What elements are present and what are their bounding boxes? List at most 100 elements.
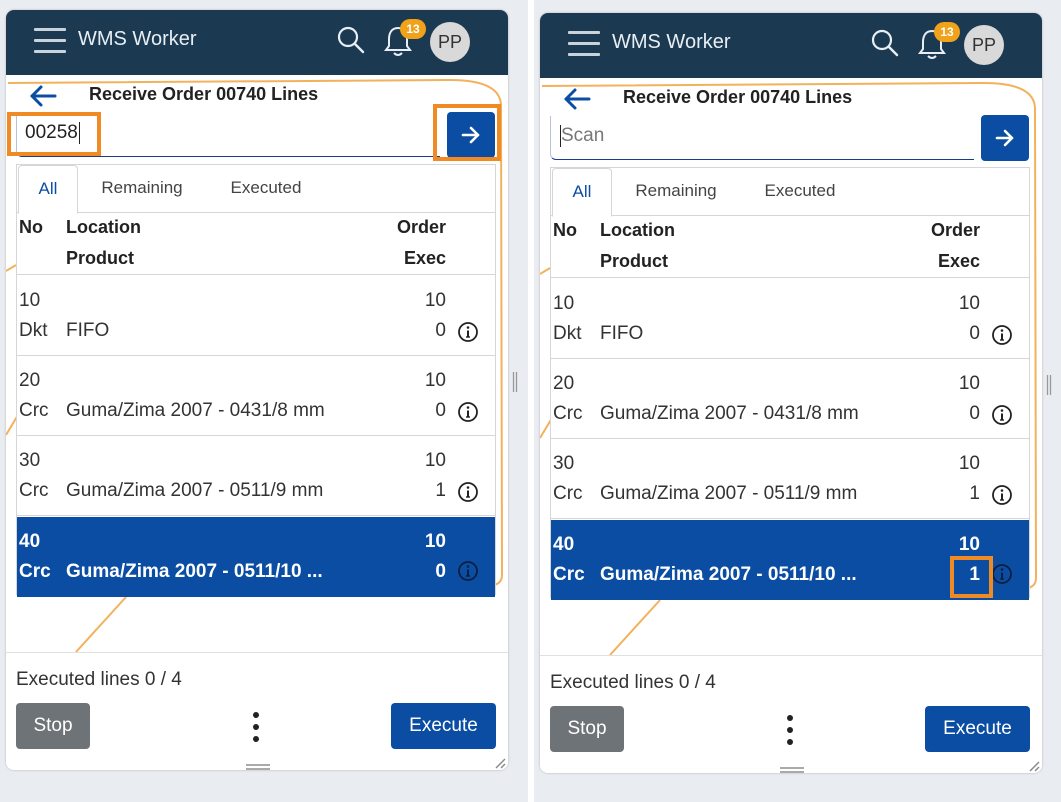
- row-order-qty: 10: [958, 293, 980, 314]
- column-header-location: Location: [66, 217, 141, 237]
- row-no: 20: [553, 373, 575, 394]
- table-header: No Location Product Order Exec: [551, 216, 1029, 278]
- executed-lines-status: Executed lines 0 / 4: [16, 669, 182, 690]
- column-header-order: Order: [930, 220, 980, 240]
- table-row[interactable]: 10 Dkt FIFO 10 0: [551, 279, 1029, 359]
- submit-scan-button[interactable]: [447, 112, 495, 158]
- notification-badge: 13: [400, 19, 426, 39]
- table-row[interactable]: 30 Crc Guma/Zima 2007 - 0511/9 mm 10 1: [17, 436, 495, 516]
- row-exec-qty: 1: [435, 480, 446, 501]
- row-product: Guma/Zima 2007 - 0511/10 ...: [66, 561, 323, 582]
- row-exec-qty: 0: [969, 403, 980, 424]
- corner-resize-grip[interactable]: [494, 757, 506, 769]
- info-icon[interactable]: [991, 563, 1013, 585]
- avatar[interactable]: PP: [964, 25, 1004, 65]
- table-row-selected[interactable]: 40 Crc Guma/Zima 2007 - 0511/10 ... 10 0: [17, 517, 495, 597]
- info-icon[interactable]: [991, 404, 1013, 426]
- stop-button[interactable]: Stop: [550, 706, 624, 752]
- row-exec-qty: 0: [435, 400, 446, 421]
- back-arrow-icon[interactable]: [562, 86, 592, 112]
- order-lines-table: All Remaining Executed No Location Produ…: [16, 164, 496, 597]
- tab-executed[interactable]: Executed: [213, 165, 319, 213]
- tab-all[interactable]: All: [552, 168, 612, 217]
- tab-all[interactable]: All: [18, 165, 78, 214]
- main-content: Receive Order 00740 Lines Scan All Remai…: [540, 78, 1042, 655]
- execute-button[interactable]: Execute: [925, 706, 1030, 752]
- arrow-right-icon: [461, 126, 480, 144]
- row-location: Crc: [19, 400, 49, 421]
- corner-resize-grip[interactable]: [1028, 760, 1040, 772]
- row-order-qty: 10: [424, 290, 446, 311]
- top-bar: WMS Worker 13 PP: [6, 10, 508, 75]
- row-location: Dkt: [19, 320, 48, 341]
- stop-button[interactable]: Stop: [16, 703, 90, 749]
- table-header: No Location Product Order Exec: [17, 213, 495, 275]
- row-order-qty: 10: [958, 453, 980, 474]
- avatar[interactable]: PP: [430, 22, 470, 62]
- table-row[interactable]: 20 Crc Guma/Zima 2007 - 0431/8 mm 10 0: [17, 356, 495, 436]
- info-icon[interactable]: [991, 484, 1013, 506]
- info-icon[interactable]: [457, 560, 479, 582]
- screenshot-canvas: WMS Worker 13 PP Receive Order 00740 Lin…: [0, 0, 1061, 802]
- table-row-selected[interactable]: 40 Crc Guma/Zima 2007 - 0511/10 ... 10 1: [551, 520, 1029, 600]
- table-row[interactable]: 20 Crc Guma/Zima 2007 - 0431/8 mm 10 0: [551, 359, 1029, 439]
- row-exec-qty: 1: [969, 564, 980, 585]
- info-icon[interactable]: [991, 324, 1013, 346]
- info-icon[interactable]: [457, 481, 479, 503]
- tab-remaining[interactable]: Remaining: [621, 168, 731, 216]
- bottom-resize-grip[interactable]: [779, 766, 805, 773]
- row-no: 40: [19, 531, 41, 552]
- scan-input[interactable]: Scan: [550, 116, 974, 160]
- app-title: WMS Worker: [612, 31, 731, 53]
- row-order-qty: 10: [958, 373, 980, 394]
- phone-panel-right: WMS Worker 13 PP Receive Order 00740 Lin…: [540, 13, 1042, 773]
- page-title: Receive Order 00740 Lines: [623, 87, 853, 107]
- search-icon[interactable]: [336, 25, 366, 55]
- search-icon[interactable]: [870, 28, 900, 58]
- page-title: Receive Order 00740 Lines: [89, 84, 319, 104]
- row-no: 30: [553, 453, 575, 474]
- column-header-location: Location: [600, 220, 675, 240]
- panel-divider-grip[interactable]: [512, 372, 518, 392]
- phone-panel-left: WMS Worker 13 PP Receive Order 00740 Lin…: [6, 10, 508, 770]
- row-product: Guma/Zima 2007 - 0511/9 mm: [600, 483, 858, 504]
- row-location: Crc: [19, 561, 51, 582]
- row-product: Guma/Zima 2007 - 0431/8 mm: [600, 403, 859, 424]
- bottom-resize-grip[interactable]: [245, 763, 271, 770]
- column-header-order: Order: [396, 217, 446, 237]
- column-header-exec: Exec: [937, 251, 980, 271]
- row-no: 20: [19, 370, 41, 391]
- row-location: Crc: [553, 483, 583, 504]
- info-icon[interactable]: [457, 321, 479, 343]
- table-row[interactable]: 10 Dkt FIFO 10 0: [17, 276, 495, 356]
- footer-bar: Executed lines 0 / 4 Stop Execute: [6, 652, 508, 770]
- info-icon[interactable]: [457, 401, 479, 423]
- tab-executed[interactable]: Executed: [747, 168, 853, 216]
- table-row[interactable]: 30 Crc Guma/Zima 2007 - 0511/9 mm 10 1: [551, 439, 1029, 519]
- column-header-no: No: [19, 217, 43, 237]
- row-no: 30: [19, 450, 41, 471]
- row-no: 10: [19, 290, 41, 311]
- app-title: WMS Worker: [78, 28, 197, 50]
- more-options-icon[interactable]: [786, 714, 794, 746]
- row-product: Guma/Zima 2007 - 0511/9 mm: [66, 480, 324, 501]
- execute-button[interactable]: Execute: [391, 703, 496, 749]
- tab-bar: All Remaining Executed: [551, 168, 1029, 217]
- tab-remaining[interactable]: Remaining: [87, 165, 197, 213]
- arrow-right-icon: [995, 129, 1014, 147]
- column-header-product: Product: [600, 251, 669, 271]
- executed-lines-status: Executed lines 0 / 4: [550, 672, 716, 693]
- row-exec-qty: 1: [969, 483, 980, 504]
- row-order-qty: 10: [958, 534, 980, 555]
- text-caret: [78, 121, 80, 144]
- panel-divider-grip[interactable]: [1046, 375, 1052, 395]
- scan-input[interactable]: 00258: [16, 113, 440, 157]
- submit-scan-button[interactable]: [981, 115, 1029, 161]
- row-order-qty: 10: [424, 370, 446, 391]
- row-exec-qty: 0: [435, 561, 446, 582]
- hamburger-menu-icon[interactable]: [34, 28, 66, 54]
- more-options-icon[interactable]: [252, 711, 260, 743]
- order-lines-table: All Remaining Executed No Location Produ…: [550, 167, 1030, 600]
- hamburger-menu-icon[interactable]: [568, 31, 600, 57]
- back-arrow-icon[interactable]: [28, 83, 58, 109]
